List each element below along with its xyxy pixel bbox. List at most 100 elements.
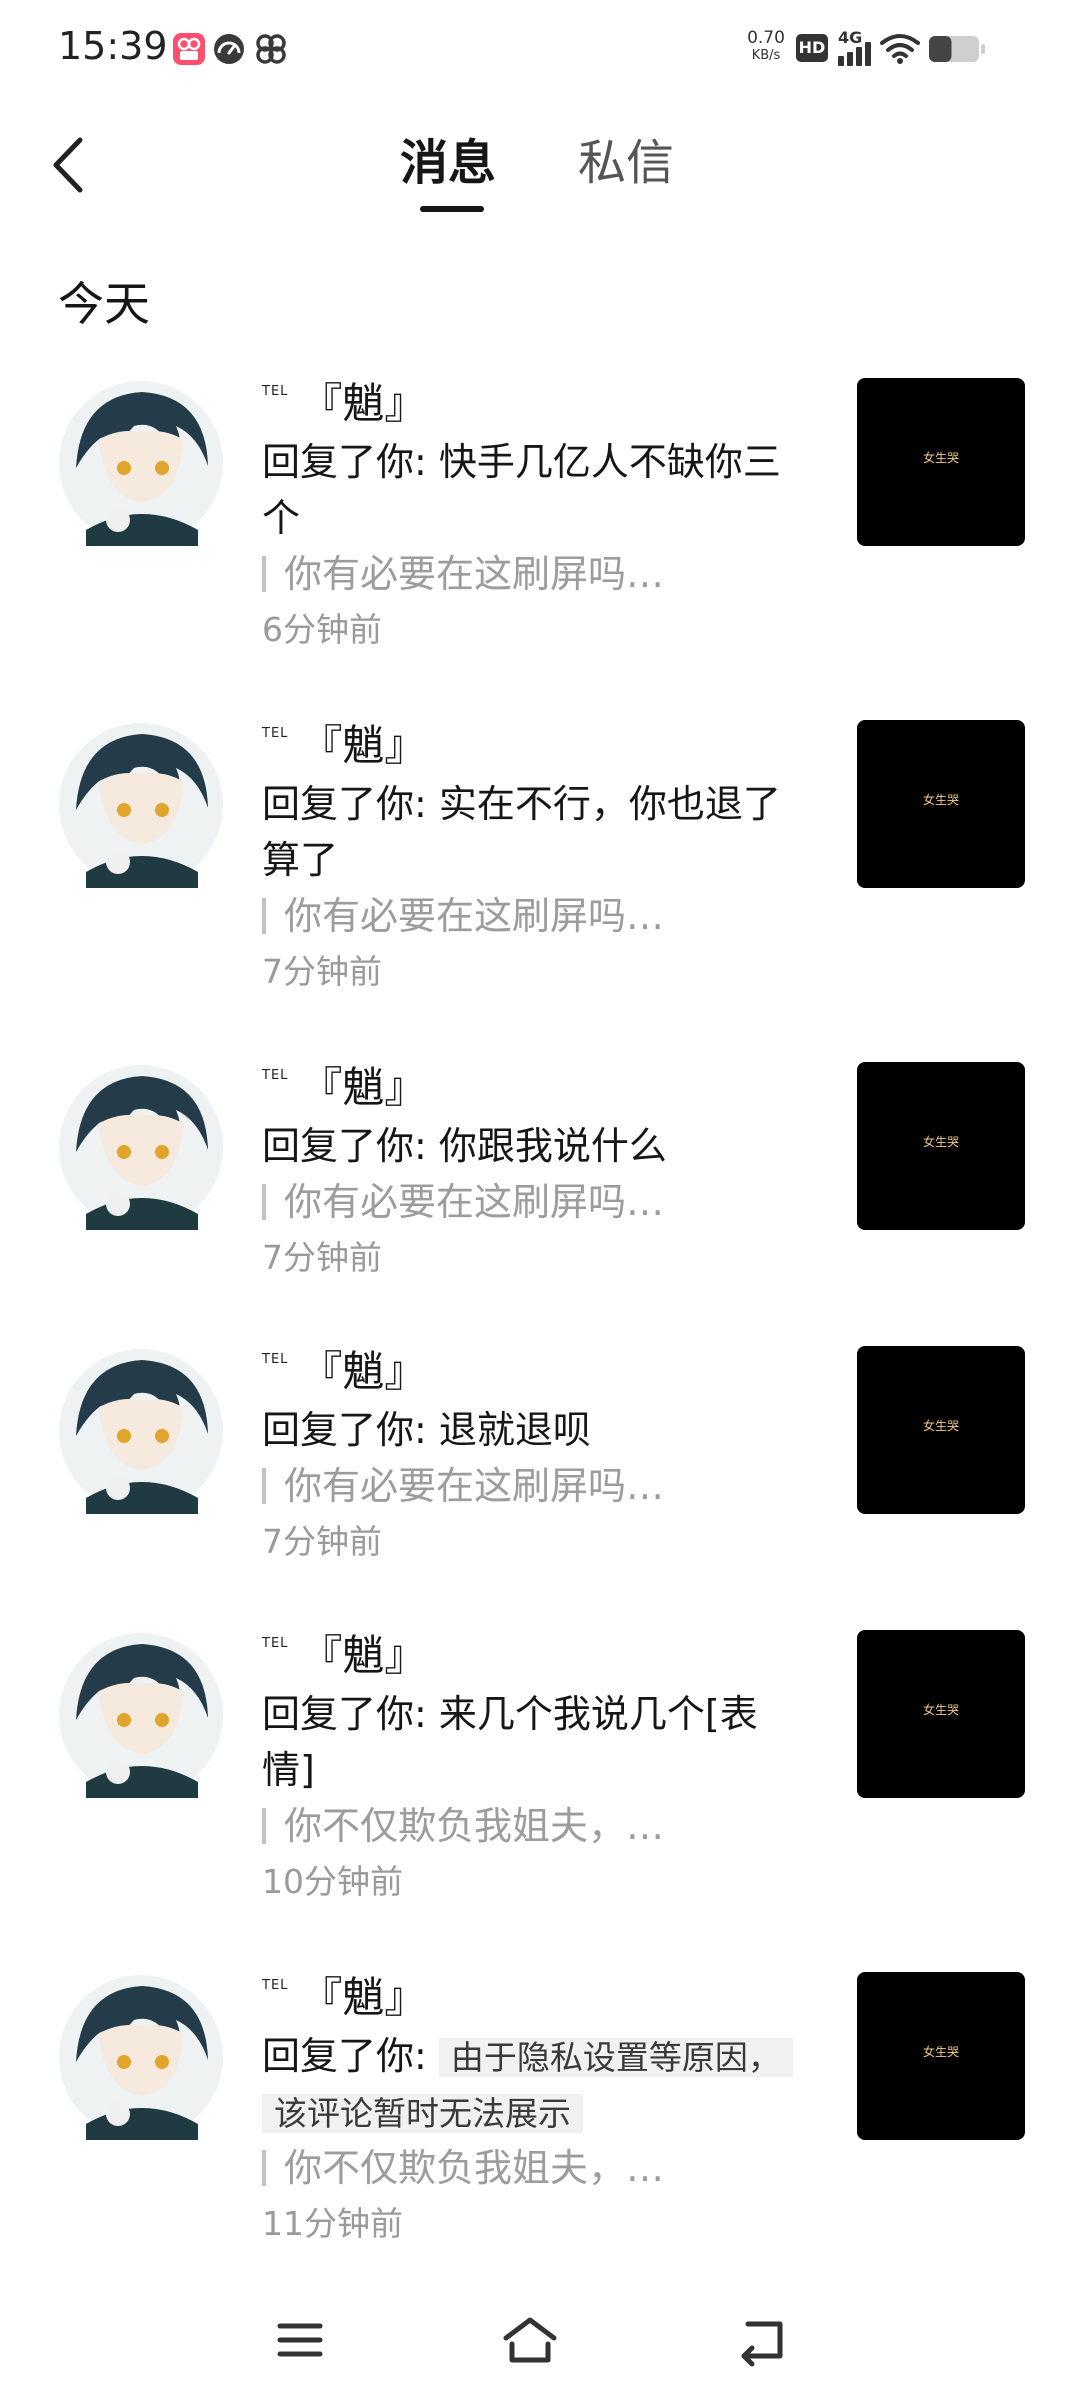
thumbnail-caption: 女生哭 bbox=[922, 793, 959, 807]
thumbnail-caption: 女生哭 bbox=[922, 1135, 959, 1149]
user-badge: TEL bbox=[262, 384, 289, 399]
user-avatar[interactable] bbox=[58, 1064, 224, 1230]
quoted-comment: 你有必要在这刷屏吗… bbox=[262, 1458, 762, 1514]
user-name[interactable]: 『魈』 bbox=[300, 1346, 426, 1398]
thumbnail-caption: 女生哭 bbox=[922, 1703, 959, 1717]
reply-prefix: 回复了你: bbox=[262, 782, 439, 826]
message-user: TEL 『魈』 bbox=[262, 1346, 426, 1398]
section-title-today: 今天 bbox=[58, 277, 150, 331]
reply-content: 回复了你: 来几个我说几个[表情] bbox=[262, 1686, 802, 1798]
reply-content: 回复了你: 你跟我说什么 bbox=[262, 1118, 802, 1174]
network-speed-unit: KB/s bbox=[751, 48, 781, 63]
message-time: 7分钟前 bbox=[262, 952, 382, 991]
thumbnail-caption: 女生哭 bbox=[922, 2045, 959, 2059]
message-time: 10分钟前 bbox=[262, 1862, 403, 1901]
quote-bar bbox=[262, 898, 266, 934]
user-name[interactable]: 『魈』 bbox=[300, 1972, 426, 2024]
message-time: 7分钟前 bbox=[262, 1238, 382, 1277]
quote-text: 你不仅欺负我姐夫，… bbox=[284, 2146, 665, 2190]
user-avatar[interactable] bbox=[58, 1974, 224, 2140]
user-badge: TEL bbox=[262, 1352, 289, 1367]
tab-messages[interactable]: 消息 bbox=[400, 128, 496, 198]
video-thumbnail[interactable]: 女生哭 bbox=[857, 1972, 1025, 2140]
user-badge: TEL bbox=[262, 1068, 289, 1083]
battery-icon bbox=[929, 36, 985, 62]
quote-bar bbox=[262, 2150, 266, 2186]
message-item[interactable]: TEL 『魈』 回复了你: 实在不行，你也退了算了 你有必要在这刷屏吗… 7分钟前… bbox=[0, 720, 1080, 1010]
reply-content: 回复了你: 实在不行，你也退了算了 bbox=[262, 776, 802, 888]
thumbnail-caption: 女生哭 bbox=[922, 1419, 959, 1433]
message-item[interactable]: TEL 『魈』 回复了你: 由于隐私设置等原因，该评论暂时无法展示 你不仅欺负我姐… bbox=[0, 1972, 1080, 2262]
message-item[interactable]: TEL 『魈』 回复了你: 退就退呗 你有必要在这刷屏吗… 7分钟前 女生哭 bbox=[0, 1346, 1080, 1580]
quoted-comment: 你不仅欺负我姐夫，… bbox=[262, 1798, 762, 1854]
user-avatar[interactable] bbox=[58, 722, 224, 888]
tab-direct-messages[interactable]: 私信 bbox=[578, 128, 674, 198]
quote-bar bbox=[262, 1808, 266, 1844]
video-thumbnail[interactable]: 女生哭 bbox=[857, 1062, 1025, 1230]
quoted-comment: 你不仅欺负我姐夫，… bbox=[262, 2140, 762, 2196]
hd-icon: HD bbox=[796, 34, 828, 62]
message-time: 7分钟前 bbox=[262, 1522, 382, 1561]
user-avatar[interactable] bbox=[58, 380, 224, 546]
user-avatar[interactable] bbox=[58, 1348, 224, 1514]
active-tab-indicator bbox=[420, 206, 484, 212]
message-item[interactable]: TEL 『魈』 回复了你: 来几个我说几个[表情] 你不仅欺负我姐夫，… 10分钟… bbox=[0, 1630, 1080, 1920]
network-speed-value: 0.70 bbox=[747, 28, 785, 48]
wifi-icon bbox=[880, 34, 920, 64]
message-user: TEL 『魈』 bbox=[262, 720, 426, 772]
reply-prefix: 回复了你: bbox=[262, 1692, 439, 1736]
message-user: TEL 『魈』 bbox=[262, 378, 426, 430]
quote-bar bbox=[262, 556, 266, 592]
network-speed-indicator: 0.70 KB/s bbox=[744, 28, 788, 63]
status-bar: 15:39 0.70 KB/s HD 4G bbox=[0, 0, 1080, 100]
video-thumbnail[interactable]: 女生哭 bbox=[857, 378, 1025, 546]
user-name[interactable]: 『魈』 bbox=[300, 378, 426, 430]
reply-content: 回复了你: 由于隐私设置等原因，该评论暂时无法展示 bbox=[262, 2028, 802, 2140]
speedometer-app-icon bbox=[214, 34, 244, 64]
photo-album-app-icon bbox=[173, 33, 205, 65]
quoted-comment: 你有必要在这刷屏吗… bbox=[262, 546, 762, 602]
pinwheel-app-icon bbox=[256, 34, 286, 64]
video-thumbnail[interactable]: 女生哭 bbox=[857, 1346, 1025, 1514]
quote-text: 你有必要在这刷屏吗… bbox=[284, 552, 665, 596]
video-thumbnail[interactable]: 女生哭 bbox=[857, 1630, 1025, 1798]
message-user: TEL 『魈』 bbox=[262, 1972, 426, 2024]
user-name[interactable]: 『魈』 bbox=[300, 720, 426, 772]
signal-strength-icon bbox=[838, 42, 871, 66]
user-name[interactable]: 『魈』 bbox=[300, 1062, 426, 1114]
back-button[interactable] bbox=[40, 128, 100, 202]
message-time: 6分钟前 bbox=[262, 610, 382, 649]
quoted-comment: 你有必要在这刷屏吗… bbox=[262, 1174, 762, 1230]
reply-content: 回复了你: 快手几亿人不缺你三个 bbox=[262, 434, 802, 546]
system-navigation-bar bbox=[0, 2290, 1080, 2408]
reply-text: 退就退呗 bbox=[438, 1408, 591, 1452]
menu-icon[interactable] bbox=[270, 2310, 330, 2370]
reply-prefix: 回复了你: bbox=[262, 2034, 439, 2078]
home-icon[interactable] bbox=[500, 2310, 560, 2370]
quote-bar bbox=[262, 1468, 266, 1504]
message-item[interactable]: TEL 『魈』 回复了你: 你跟我说什么 你有必要在这刷屏吗… 7分钟前 女生哭 bbox=[0, 1062, 1080, 1296]
user-avatar[interactable] bbox=[58, 1632, 224, 1798]
quoted-comment: 你有必要在这刷屏吗… bbox=[262, 888, 762, 944]
reply-prefix: 回复了你: bbox=[262, 440, 439, 484]
thumbnail-caption: 女生哭 bbox=[922, 451, 959, 465]
quote-text: 你不仅欺负我姐夫，… bbox=[284, 1804, 665, 1848]
back-return-icon[interactable] bbox=[734, 2310, 794, 2370]
messages-screen: 15:39 0.70 KB/s HD 4G 消息 私信 今天 TEL 『魈』 回… bbox=[0, 0, 1080, 2408]
quote-text: 你有必要在这刷屏吗… bbox=[284, 894, 665, 938]
user-badge: TEL bbox=[262, 1978, 289, 1993]
status-time: 15:39 bbox=[58, 24, 168, 68]
reply-content: 回复了你: 退就退呗 bbox=[262, 1402, 802, 1458]
reply-prefix: 回复了你: bbox=[262, 1408, 439, 1452]
reply-text: 你跟我说什么 bbox=[438, 1124, 667, 1168]
reply-prefix: 回复了你: bbox=[262, 1124, 439, 1168]
hd-label: HD bbox=[798, 38, 826, 57]
quote-text: 你有必要在这刷屏吗… bbox=[284, 1464, 665, 1508]
message-item[interactable]: TEL 『魈』 回复了你: 快手几亿人不缺你三个 你有必要在这刷屏吗… 6分钟前 … bbox=[0, 378, 1080, 668]
user-name[interactable]: 『魈』 bbox=[300, 1630, 426, 1682]
message-time: 11分钟前 bbox=[262, 2204, 403, 2243]
message-user: TEL 『魈』 bbox=[262, 1062, 426, 1114]
video-thumbnail[interactable]: 女生哭 bbox=[857, 720, 1025, 888]
user-badge: TEL bbox=[262, 726, 289, 741]
user-badge: TEL bbox=[262, 1636, 289, 1651]
